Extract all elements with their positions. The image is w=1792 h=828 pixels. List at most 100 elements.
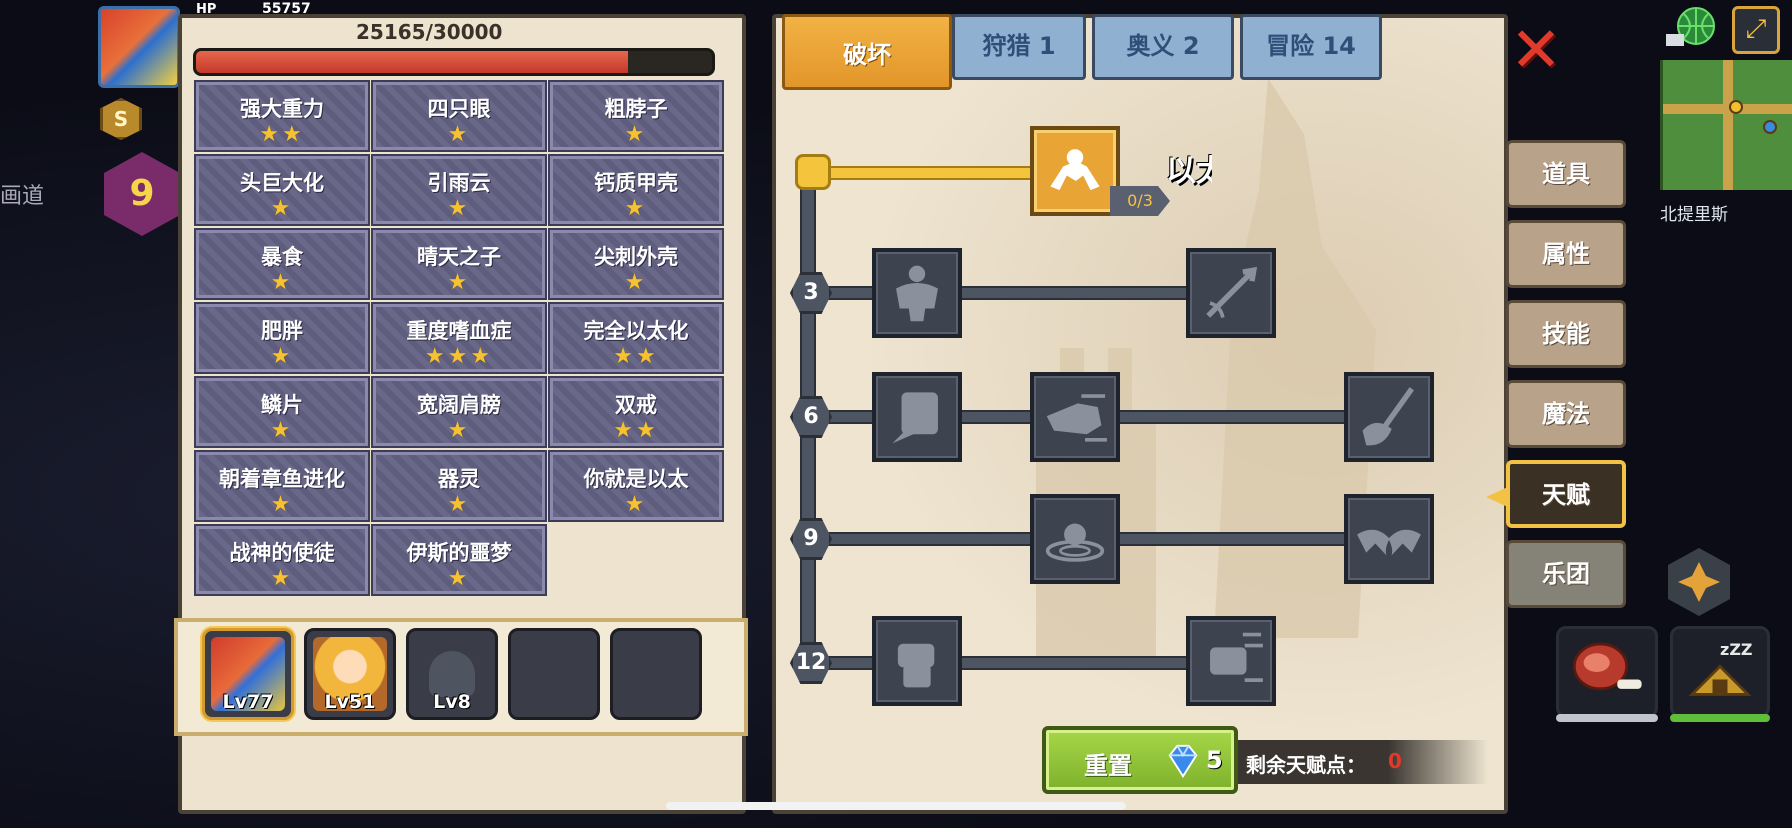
trait-name: 战神的使徒 [229, 541, 335, 565]
trait-cell[interactable]: 四只眼 ★ [371, 80, 547, 152]
skill-rank-count: 0/3 [1110, 186, 1170, 216]
fist-skill-icon[interactable] [872, 616, 962, 706]
trait-cell[interactable]: 宽阔肩膀 ★ [371, 376, 547, 448]
muscle-body-skill-icon[interactable] [872, 248, 962, 338]
meat-food-icon[interactable] [1556, 626, 1658, 718]
trait-stars: ★★ [259, 122, 305, 147]
network-globe-icon[interactable] [1664, 4, 1720, 54]
trait-name: 朝着章鱼进化 [219, 467, 345, 491]
shield-bash-skill-icon[interactable] [872, 372, 962, 462]
trait-name: 强大重力 [240, 97, 324, 121]
arm-wrestle-skill-icon[interactable] [1030, 126, 1120, 216]
hero-level: Lv8 [433, 691, 471, 713]
menu-magic[interactable]: 魔法 [1506, 380, 1626, 448]
blade-slash-skill-icon[interactable] [1344, 372, 1434, 462]
trait-stars: ★ [624, 196, 648, 221]
shuriken-icon[interactable] [1668, 548, 1730, 616]
trait-name: 肥胖 [261, 319, 303, 343]
hero-level: Lv51 [324, 691, 376, 713]
trait-cell[interactable]: 粗脖子 ★ [548, 80, 724, 152]
trait-name: 双戒 [615, 393, 657, 417]
trait-name: 重度嗜血症 [406, 319, 512, 343]
game-screen: 北提里斯 画道 HP 55757 S 9 25165/30000 强大重力 ★★ 四… [0, 0, 1792, 828]
trait-cell[interactable]: 战神的使徒 ★ [194, 524, 370, 596]
remaining-points-label: 剩余天赋点： [1246, 753, 1366, 777]
hp-count: 25165/30000 [356, 20, 503, 44]
trait-stars: ★ [270, 270, 294, 295]
remaining-points: 剩余天赋点： 0 [1238, 740, 1488, 784]
menu-attributes[interactable]: 属性 [1506, 220, 1626, 288]
trait-stars: ★★ [613, 344, 659, 369]
ground-ripple-skill-icon[interactable] [1030, 494, 1120, 584]
trait-stars: ★ [624, 492, 648, 517]
trait-cell[interactable]: 强大重力 ★★ [194, 80, 370, 152]
trait-stars: ★ [270, 344, 294, 369]
trait-stars: ★ [447, 122, 471, 147]
player-level-badge: 9 [104, 152, 180, 236]
party-slot-4[interactable] [508, 628, 600, 720]
trait-cell[interactable]: 完全以太化 ★★ [548, 302, 724, 374]
player-avatar[interactable] [98, 6, 180, 88]
trait-cell[interactable]: 尖刺外壳 ★ [548, 228, 724, 300]
trait-cell[interactable]: 朝着章鱼进化 ★ [194, 450, 370, 522]
trait-stars: ★ [447, 196, 471, 221]
punch-skill-icon[interactable] [1030, 372, 1120, 462]
trait-name: 宽阔肩膀 [417, 393, 501, 417]
reset-cost: 5 [1206, 746, 1223, 774]
tab-destroy[interactable]: 破坏 [782, 14, 952, 90]
trait-cell[interactable]: 晴天之子 ★ [371, 228, 547, 300]
menu-band[interactable]: 乐团 [1506, 540, 1626, 608]
sleep-zzz-icon: zZZ [1720, 640, 1753, 659]
hp-bar [193, 48, 715, 76]
trait-name: 完全以太化 [583, 319, 689, 343]
trait-stars: ★ [447, 492, 471, 517]
trait-cell[interactable]: 你就是以太 ★ [548, 450, 724, 522]
menu-skills[interactable]: 技能 [1506, 300, 1626, 368]
menu-items[interactable]: 道具 [1506, 140, 1626, 208]
trait-cell[interactable]: 头巨大化 ★ [194, 154, 370, 226]
power-fist-skill-icon[interactable] [1186, 616, 1276, 706]
trait-stars: ★ [270, 566, 294, 591]
trait-cell[interactable]: 鳞片 ★ [194, 376, 370, 448]
trait-name: 尖刺外壳 [594, 245, 678, 269]
trait-name: 暴食 [261, 245, 303, 269]
trait-cell[interactable]: 钙质甲壳 ★ [548, 154, 724, 226]
menu-talent[interactable]: 天赋 [1506, 460, 1626, 528]
trait-stars: ★ [624, 122, 648, 147]
close-icon[interactable]: ✕ [1506, 19, 1566, 82]
home-indicator[interactable] [666, 802, 1126, 810]
arrow-strike-skill-icon[interactable] [1186, 248, 1276, 338]
gold-coin-icon[interactable]: S [100, 98, 142, 140]
diamond-icon [1168, 744, 1198, 778]
town-name: 北提里斯 [1660, 205, 1728, 225]
trait-cell[interactable]: 器灵 ★ [371, 450, 547, 522]
trait-name: 伊斯的噩梦 [406, 541, 512, 565]
trait-cell[interactable]: 伊斯的噩梦 ★ [371, 524, 547, 596]
trait-cell[interactable]: 肥胖 ★ [194, 302, 370, 374]
trait-name: 你就是以太 [583, 467, 689, 491]
tab-secret[interactable]: 奥义 2 [1092, 14, 1234, 80]
expand-icon[interactable]: ⤢ [1732, 6, 1780, 54]
trait-cell[interactable]: 暴食 ★ [194, 228, 370, 300]
party-slot-3[interactable]: Lv8 [406, 628, 498, 720]
party-slot-5[interactable] [610, 628, 702, 720]
trait-stars: ★ [270, 492, 294, 517]
trait-cell[interactable]: 双戒 ★★ [548, 376, 724, 448]
bat-blood-skill-icon[interactable] [1344, 494, 1434, 584]
minimap[interactable] [1660, 60, 1792, 190]
trait-stars: ★ [270, 418, 294, 443]
tab-adventure[interactable]: 冒险 14 [1240, 14, 1382, 80]
hero-level: Lv77 [222, 691, 274, 713]
trait-cell[interactable]: 引雨云 ★ [371, 154, 547, 226]
tree-root-node [795, 154, 831, 190]
trait-stars: ★ [624, 270, 648, 295]
tree-branch-active [826, 166, 1036, 180]
party-slot-2[interactable]: Lv51 [304, 628, 396, 720]
reset-button[interactable]: 重置 5 [1042, 726, 1238, 794]
food-gauge [1556, 714, 1658, 722]
trait-cell[interactable]: 重度嗜血症 ★★★ [371, 302, 547, 374]
trait-stars: ★ [447, 418, 471, 443]
trait-name: 粗脖子 [604, 97, 668, 121]
tab-hunt[interactable]: 狩猎 1 [952, 14, 1086, 80]
party-slot-1[interactable]: Lv77 [202, 628, 294, 720]
